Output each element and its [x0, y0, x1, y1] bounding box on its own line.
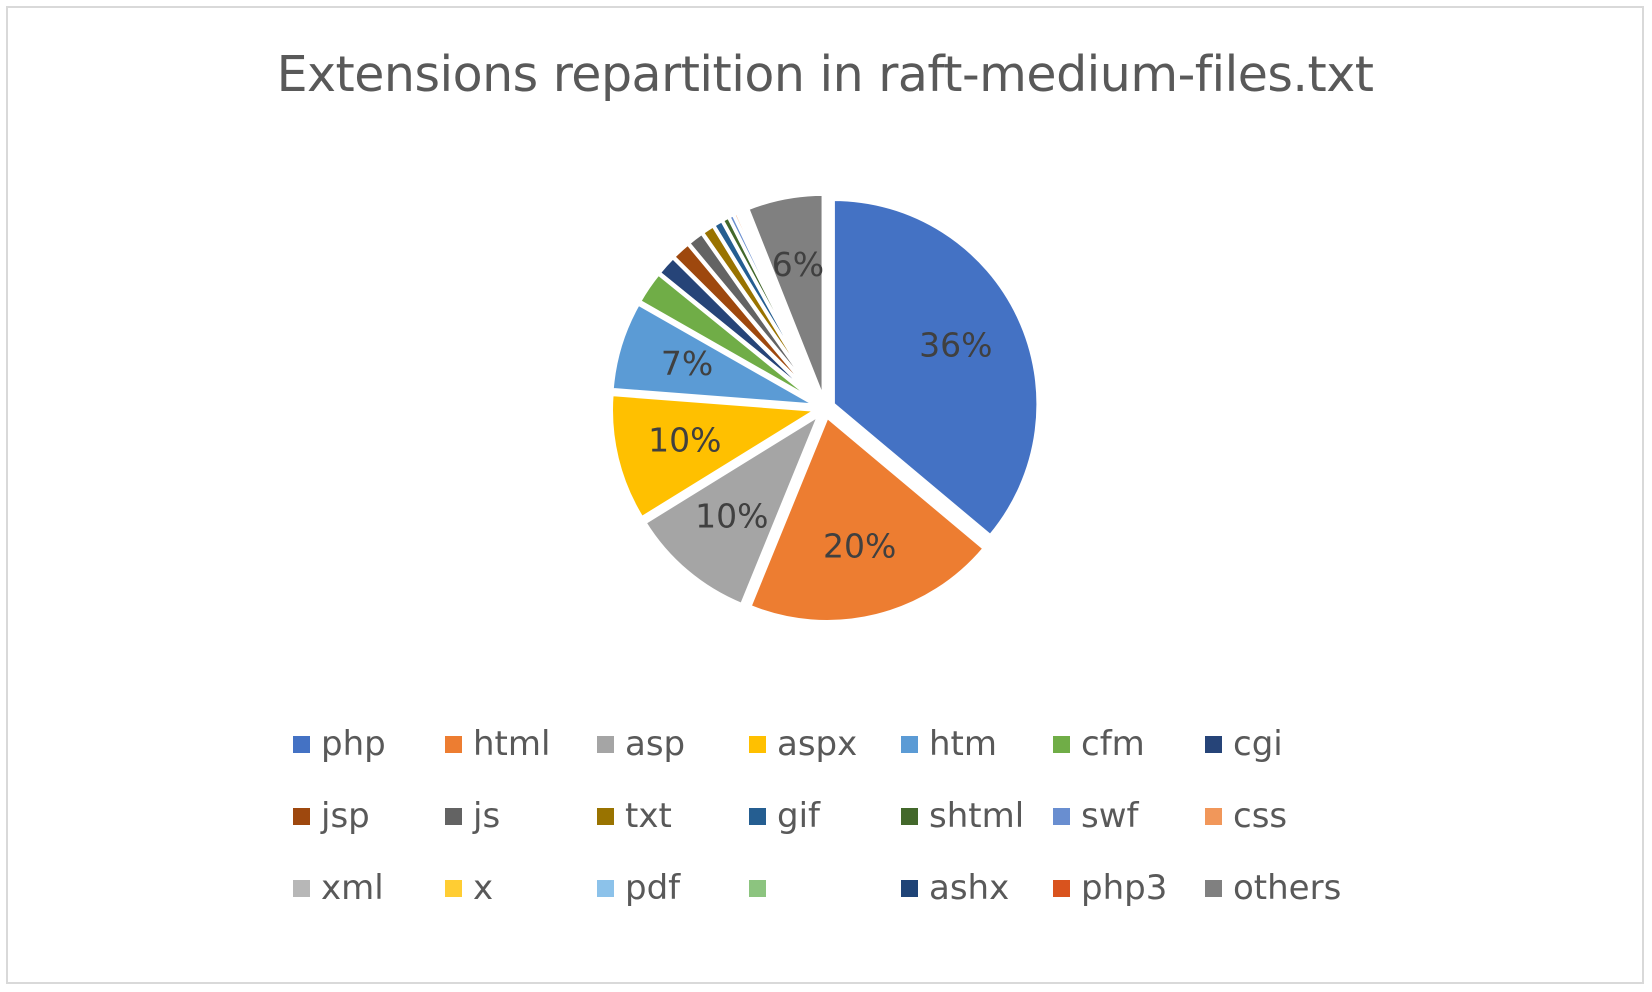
legend-item-label: txt	[625, 796, 672, 836]
pie-slice-label: 10%	[695, 497, 768, 536]
chart-legend: php html asp aspx htm cfm cgi jsp js txt…	[8, 708, 1642, 924]
legend-item-label: php3	[1081, 868, 1168, 908]
legend-item[interactable]: ashx	[901, 871, 1053, 905]
chart-frame: Extensions repartition in raft-medium-fi…	[6, 6, 1644, 984]
legend-item-label: pdf	[625, 868, 681, 908]
legend-item-label: cfm	[1081, 724, 1145, 764]
legend-swatch-icon	[293, 807, 310, 825]
legend-swatch-icon	[1205, 879, 1222, 897]
legend-item[interactable]: cgi	[1205, 727, 1357, 761]
legend-swatch-icon	[1053, 879, 1070, 897]
pie-slice-label: 20%	[823, 527, 896, 566]
legend-item[interactable]: swf	[1053, 799, 1205, 833]
legend-item-label: jsp	[321, 796, 370, 836]
legend-item-label: cgi	[1233, 724, 1283, 764]
legend-swatch-icon	[293, 879, 310, 897]
legend-swatch-icon	[597, 807, 614, 825]
legend-swatch-icon	[445, 735, 462, 753]
legend-item-label: js	[473, 796, 501, 836]
legend-item-label: xml	[321, 868, 384, 908]
pie-chart-plot-area: 36% 20% 10% 10% 7% 6%	[8, 158, 1642, 678]
legend-item-label: php	[321, 724, 386, 764]
legend-row: xml x pdf ashx php3 others	[8, 852, 1642, 924]
page-title: Extensions repartition in raft-medium-fi…	[276, 46, 1374, 103]
legend-item[interactable]: php	[293, 727, 445, 761]
legend-item[interactable]: xml	[293, 871, 445, 905]
legend-swatch-icon	[1205, 735, 1222, 753]
legend-swatch-icon	[445, 879, 462, 897]
legend-item[interactable]: css	[1205, 799, 1357, 833]
legend-item-label: asp	[625, 724, 686, 764]
legend-item[interactable]: gif	[749, 799, 901, 833]
legend-item-label: x	[473, 868, 494, 908]
legend-item-label: others	[1233, 868, 1342, 908]
legend-swatch-icon	[901, 735, 918, 753]
legend-item-label: aspx	[777, 724, 858, 764]
legend-item-label: css	[1233, 796, 1288, 836]
legend-item[interactable]: txt	[597, 799, 749, 833]
legend-item[interactable]: aspx	[749, 727, 901, 761]
legend-item[interactable]: x	[445, 871, 597, 905]
legend-item-label: swf	[1081, 796, 1139, 836]
legend-item[interactable]: asp	[597, 727, 749, 761]
legend-swatch-icon	[1205, 807, 1222, 825]
legend-item-label: gif	[777, 796, 820, 836]
legend-swatch-icon	[597, 735, 614, 753]
legend-item[interactable]: php3	[1053, 871, 1205, 905]
legend-swatch-icon	[293, 735, 310, 753]
legend-row: php html asp aspx htm cfm cgi	[8, 708, 1642, 780]
legend-item[interactable]: cfm	[1053, 727, 1205, 761]
legend-item[interactable]: htm	[901, 727, 1053, 761]
legend-swatch-icon	[597, 879, 614, 897]
legend-item-label: html	[473, 724, 551, 764]
legend-swatch-icon	[901, 807, 918, 825]
legend-item[interactable]: shtml	[901, 799, 1053, 833]
legend-item-label: shtml	[929, 796, 1025, 836]
legend-item[interactable]: others	[1205, 871, 1357, 905]
legend-item[interactable]: jsp	[293, 799, 445, 833]
pie-chart[interactable]: 36% 20% 10% 10% 7% 6%	[475, 158, 1175, 658]
legend-item-label: ashx	[929, 868, 1010, 908]
pie-slice-label: 36%	[919, 325, 992, 364]
legend-swatch-icon	[901, 879, 918, 897]
legend-row: jsp js txt gif shtml swf css	[8, 780, 1642, 852]
legend-swatch-icon	[1053, 807, 1070, 825]
legend-item[interactable]: js	[445, 799, 597, 833]
legend-swatch-icon	[749, 735, 766, 753]
pie-slice-label: 10%	[648, 421, 721, 460]
legend-swatch-icon	[749, 807, 766, 825]
legend-swatch-icon	[445, 807, 462, 825]
legend-swatch-icon	[1053, 735, 1070, 753]
pie-slice-label: 6%	[772, 245, 824, 284]
legend-item[interactable]	[749, 879, 901, 897]
legend-item[interactable]: html	[445, 727, 597, 761]
pie-slice-label: 7%	[661, 344, 713, 383]
legend-item[interactable]: pdf	[597, 871, 749, 905]
legend-swatch-icon	[749, 879, 766, 897]
legend-item-label: htm	[929, 724, 997, 764]
